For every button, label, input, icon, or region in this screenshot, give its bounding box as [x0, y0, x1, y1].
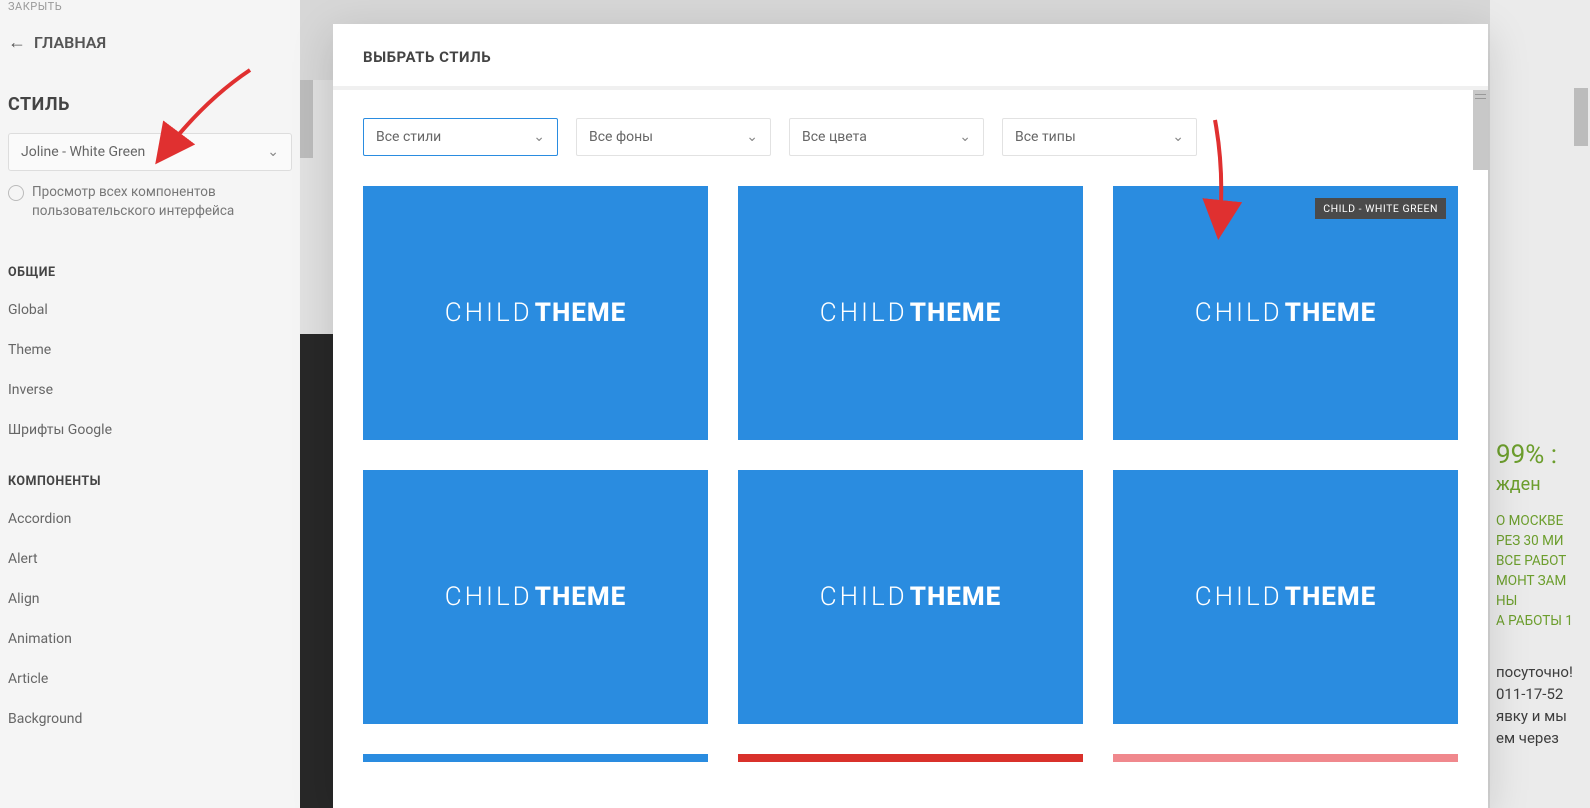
style-card-peek[interactable] — [363, 754, 708, 762]
style-row-peek — [333, 754, 1488, 762]
arrow-left-icon: ← — [8, 34, 26, 52]
filter-colors[interactable]: Все цвета ⌄ — [789, 118, 984, 156]
modal-header: ВЫБРАТЬ СТИЛЬ — [333, 24, 1488, 86]
nav-alert[interactable]: Alert — [0, 539, 300, 579]
nav-accordion[interactable]: Accordion — [0, 499, 300, 539]
style-card[interactable]: CHILDTHEME — [363, 186, 708, 440]
nav-align[interactable]: Align — [0, 579, 300, 619]
nav-google-fonts[interactable]: Шрифты Google — [0, 410, 300, 450]
chevron-down-icon: ⌄ — [533, 129, 545, 145]
style-card-selected[interactable]: CHILD - WHITE GREEN CHILDTHEME — [1113, 186, 1458, 440]
filter-label: Все цвета — [802, 129, 867, 145]
card-logo: CHILDTHEME — [820, 298, 1002, 328]
style-card[interactable]: CHILDTHEME — [363, 470, 708, 724]
preview-toggle[interactable]: Просмотр всех компонентов пользовательск… — [0, 183, 300, 241]
radio-icon — [8, 185, 24, 201]
filter-styles[interactable]: Все стили ⌄ — [363, 118, 558, 156]
filter-row: Все стили ⌄ Все фоны ⌄ Все цвета ⌄ Все т… — [333, 118, 1488, 186]
filter-label: Все стили — [376, 129, 441, 145]
style-card-peek[interactable] — [1113, 754, 1458, 762]
card-logo: CHILDTHEME — [445, 582, 627, 612]
card-logo: CHILDTHEME — [1195, 298, 1377, 328]
sidebar-title: СТИЛЬ — [0, 66, 300, 133]
style-select[interactable]: Joline - White Green ⌄ — [8, 133, 292, 171]
style-select-value: Joline - White Green — [21, 144, 145, 160]
nav-inverse[interactable]: Inverse — [0, 370, 300, 410]
chevron-down-icon: ⌄ — [959, 129, 971, 145]
style-card[interactable]: CHILDTHEME — [738, 186, 1083, 440]
filter-label: Все фоны — [589, 129, 653, 145]
section-heading-components: КОМПОНЕНТЫ — [0, 450, 300, 499]
nav-article[interactable]: Article — [0, 659, 300, 699]
modal-title: ВЫБРАТЬ СТИЛЬ — [363, 48, 1458, 66]
back-label: ГЛАВНАЯ — [34, 33, 106, 52]
nav-background[interactable]: Background — [0, 699, 300, 739]
back-button[interactable]: ← ГЛАВНАЯ — [0, 19, 300, 66]
chevron-down-icon: ⌄ — [746, 129, 758, 145]
modal-body: Все стили ⌄ Все фоны ⌄ Все цвета ⌄ Все т… — [333, 90, 1488, 808]
nav-animation[interactable]: Animation — [0, 619, 300, 659]
preview-toggle-label: Просмотр всех компонентов пользовательск… — [32, 183, 292, 221]
nav-global[interactable]: Global — [0, 290, 300, 330]
close-label[interactable]: ЗАКРЫТЬ — [0, 0, 300, 19]
chevron-down-icon: ⌄ — [1172, 129, 1184, 145]
modal-scrollbar[interactable] — [1473, 90, 1488, 170]
style-picker-modal: ВЫБРАТЬ СТИЛЬ Все стили ⌄ Все фоны ⌄ Все… — [333, 24, 1488, 808]
card-logo: CHILDTHEME — [445, 298, 627, 328]
filter-types[interactable]: Все типы ⌄ — [1002, 118, 1197, 156]
style-card[interactable]: CHILDTHEME — [738, 470, 1083, 724]
style-card-peek[interactable] — [738, 754, 1083, 762]
nav-theme[interactable]: Theme — [0, 330, 300, 370]
card-logo: CHILDTHEME — [1195, 582, 1377, 612]
style-grid: CHILDTHEME CHILDTHEME CHILD - WHITE GREE… — [333, 186, 1488, 754]
chevron-down-icon: ⌄ — [267, 144, 279, 160]
filter-backgrounds[interactable]: Все фоны ⌄ — [576, 118, 771, 156]
customizer-sidebar: ЗАКРЫТЬ ← ГЛАВНАЯ СТИЛЬ Joline - White G… — [0, 0, 300, 808]
section-heading-general: ОБЩИЕ — [0, 241, 300, 290]
filter-label: Все типы — [1015, 129, 1076, 145]
card-logo: CHILDTHEME — [820, 582, 1002, 612]
card-badge: CHILD - WHITE GREEN — [1315, 198, 1446, 219]
style-card[interactable]: CHILDTHEME — [1113, 470, 1458, 724]
